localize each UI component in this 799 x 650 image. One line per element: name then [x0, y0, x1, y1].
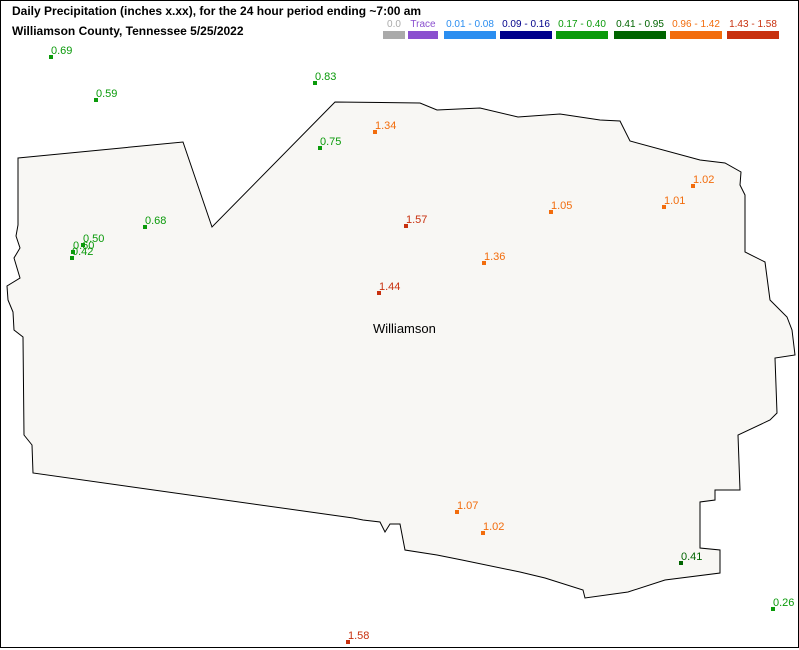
map-frame — [0, 0, 799, 648]
